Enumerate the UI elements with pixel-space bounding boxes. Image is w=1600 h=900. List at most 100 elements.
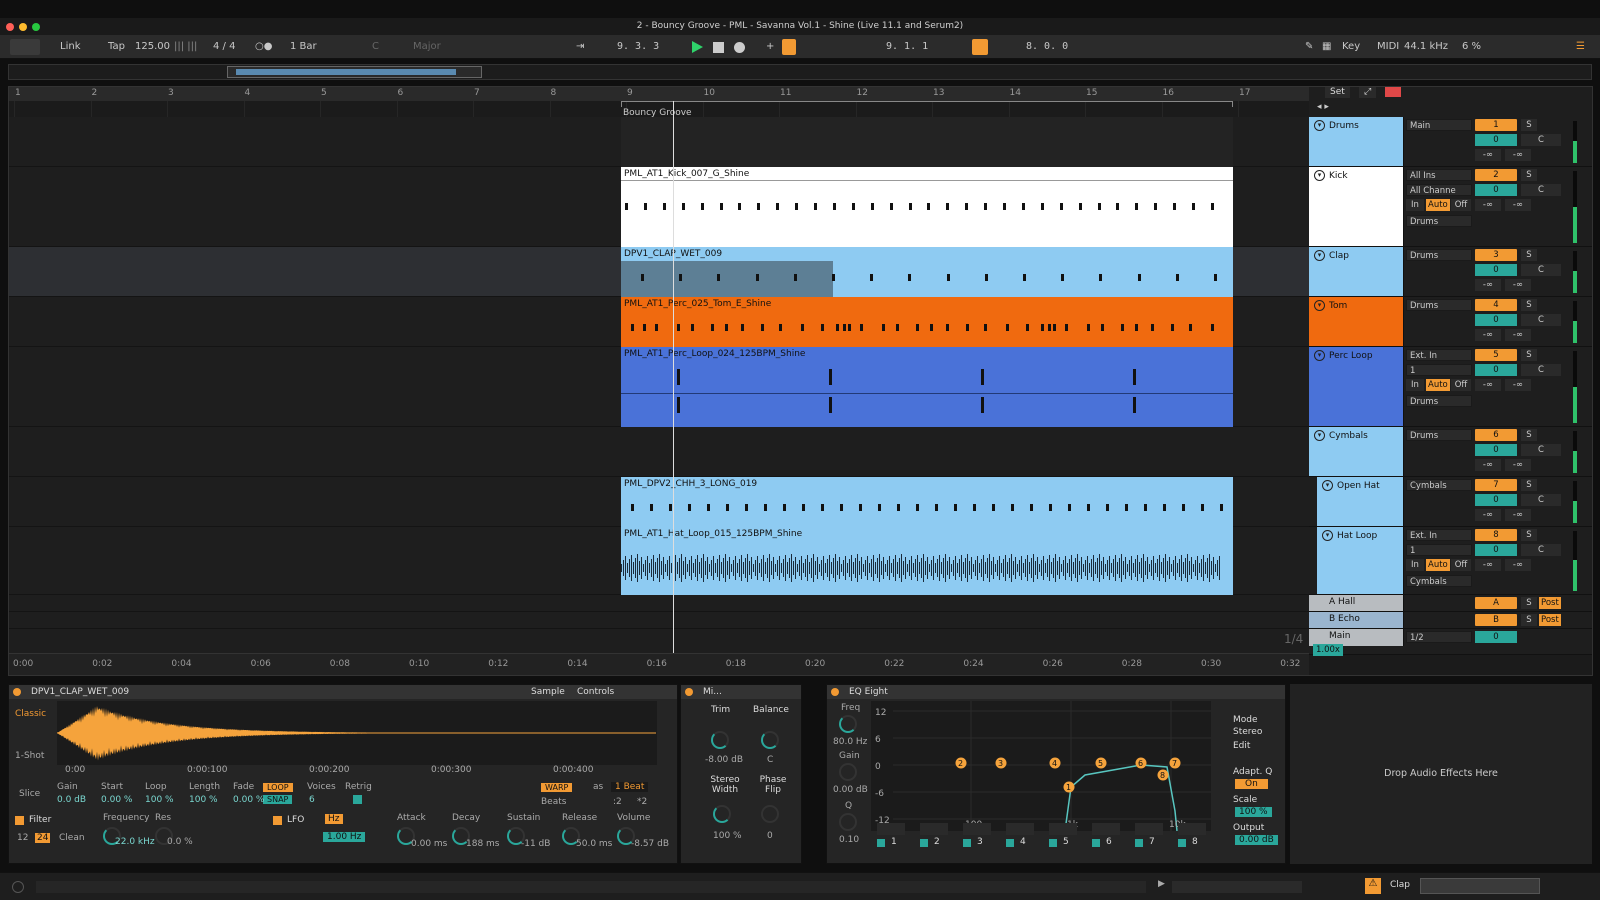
track-number[interactable]: 2 xyxy=(1475,169,1517,181)
param-value[interactable]: 0.00 % xyxy=(233,795,264,805)
solo-button[interactable]: S xyxy=(1521,429,1537,441)
output-routing-dropdown[interactable]: Drums xyxy=(1406,395,1472,407)
input-routing-dropdown[interactable]: Ext. In xyxy=(1406,529,1472,541)
band-shape-dropdown[interactable] xyxy=(920,823,948,835)
eq-mode-dropdown[interactable]: Stereo xyxy=(1233,727,1262,737)
beat-ruler[interactable]: 1 2 3 4 5 6 7 8 9 10 11 12 13 14 15 16 17 xyxy=(9,87,1309,101)
pan-field[interactable]: C xyxy=(1521,444,1561,456)
retrig-toggle[interactable] xyxy=(353,795,362,804)
send-b-field[interactable]: -∞ xyxy=(1505,199,1531,211)
double-length-button[interactable]: *2 xyxy=(637,797,647,807)
track-lane-a-hall[interactable] xyxy=(9,595,1309,612)
solo-button[interactable]: S xyxy=(1521,169,1537,181)
sample-waveform[interactable] xyxy=(57,701,657,765)
cue-out-dropdown[interactable]: 1/2 xyxy=(1406,631,1472,643)
input-routing-dropdown[interactable]: Drums xyxy=(1406,429,1472,441)
audio-clip[interactable]: DPV1_CLAP_WET_009 xyxy=(621,247,1233,297)
band-on-toggle[interactable] xyxy=(1092,839,1100,847)
band-on-toggle[interactable] xyxy=(963,839,971,847)
eq-eight-device[interactable]: EQ Eight Freq 80.0 Hz Gain 0.00 dB Q 0.1… xyxy=(826,684,1286,864)
monitor-auto-button[interactable]: Auto xyxy=(1426,199,1450,211)
track-name-panel[interactable]: ▾ Tom xyxy=(1309,297,1404,346)
param-value[interactable]: 100 % xyxy=(189,795,218,805)
track-number[interactable]: 4 xyxy=(1475,299,1517,311)
send-b-field[interactable]: -∞ xyxy=(1505,559,1531,571)
monitor-in-button[interactable]: In xyxy=(1406,559,1424,571)
send-a-field[interactable]: -∞ xyxy=(1475,379,1501,391)
send-a-field[interactable]: -∞ xyxy=(1475,459,1501,471)
output-routing-dropdown[interactable]: Cymbals xyxy=(1406,575,1472,587)
loop-brace[interactable] xyxy=(621,101,1233,107)
tap-tempo-button[interactable]: Tap xyxy=(108,41,125,52)
send-a-field[interactable]: -∞ xyxy=(1475,509,1501,521)
device-on-icon[interactable] xyxy=(13,688,21,696)
eq-freq-knob[interactable] xyxy=(839,715,857,733)
volume-field[interactable]: 0 xyxy=(1475,364,1517,376)
lfo-rate-field[interactable]: 1.00 Hz xyxy=(323,832,366,842)
track-header[interactable]: ▾ Drums Main 1 S 0 C -∞ -∞ xyxy=(1309,117,1592,167)
audio-clip[interactable]: PML_AT1_Hat_Loop_015_125BPM_Shine xyxy=(621,527,1233,595)
audio-clip[interactable]: PML_DPV2_CHH_3_LONG_019 xyxy=(621,477,1233,527)
audio-clip[interactable]: PML_AT1_Kick_007_G_Shine xyxy=(621,167,1233,247)
fold-icon[interactable]: ▾ xyxy=(1314,120,1325,131)
track-lane-b-echo[interactable] xyxy=(9,612,1309,629)
input-routing-dropdown[interactable]: Ext. In xyxy=(1406,349,1472,361)
lfo-hz-button[interactable]: Hz xyxy=(325,814,343,824)
send-b-field[interactable]: -∞ xyxy=(1505,329,1531,341)
overview-viewport[interactable] xyxy=(227,66,482,78)
voices-value[interactable]: 6 xyxy=(309,795,315,805)
loop-length-field[interactable]: 8. 0. 0 xyxy=(1026,41,1068,52)
metronome-icon[interactable]: ○● xyxy=(255,41,272,52)
send-b-field[interactable]: -∞ xyxy=(1505,509,1531,521)
monitor-off-button[interactable]: Off xyxy=(1451,199,1471,211)
filter-12-button[interactable]: 12 xyxy=(17,833,28,843)
send-a-field[interactable]: -∞ xyxy=(1475,279,1501,291)
link-button[interactable]: Link xyxy=(60,41,80,52)
send-a-field[interactable]: -∞ xyxy=(1475,149,1501,161)
pan-field[interactable]: C xyxy=(1521,494,1561,506)
pan-field[interactable]: C xyxy=(1521,184,1561,196)
warp-toggle[interactable]: WARP xyxy=(541,783,573,792)
nav-arrows-icon[interactable]: ◂ ▸ xyxy=(1317,102,1329,112)
volume-field[interactable]: 0 xyxy=(1475,314,1517,326)
warning-icon[interactable]: ⚠ xyxy=(1365,878,1381,894)
half-length-button[interactable]: :2 xyxy=(613,797,622,807)
track-lane-main[interactable] xyxy=(9,629,1309,655)
loop-start-field[interactable]: 9. 1. 1 xyxy=(886,41,928,52)
warp-mode-dropdown[interactable]: Beats xyxy=(541,797,566,807)
overdub-icon[interactable]: + xyxy=(766,41,774,52)
track-number[interactable]: 8 xyxy=(1475,529,1517,541)
return-letter[interactable]: B xyxy=(1475,614,1517,626)
send-b-field[interactable]: -∞ xyxy=(1505,379,1531,391)
arrangement-view[interactable]: 1 2 3 4 5 6 7 8 9 10 11 12 13 14 15 16 17 Bouncy Groove … xyxy=(8,86,1593,676)
status-play-icon[interactable]: ▶ xyxy=(1158,879,1165,889)
keyboard-icon[interactable]: ▦ xyxy=(1322,41,1331,52)
solo-button[interactable]: S xyxy=(1521,479,1537,491)
track-name-panel[interactable]: ▾ Cymbals xyxy=(1309,427,1404,476)
track-name-panel[interactable]: A Hall xyxy=(1309,595,1404,611)
band-shape-dropdown[interactable] xyxy=(1049,823,1077,835)
time-signature-field[interactable]: 4 / 4 xyxy=(213,41,235,52)
filter-circuit-dropdown[interactable]: Clean xyxy=(59,833,85,843)
eq-display[interactable]: 1260-6-121001k10k23456718 xyxy=(871,701,1211,831)
record-icon[interactable] xyxy=(734,42,745,53)
audio-clip[interactable]: PML_AT1_Perc_025_Tom_E_Shine xyxy=(621,297,1233,347)
monitor-off-button[interactable]: Off xyxy=(1451,379,1471,391)
draw-mode-icon[interactable]: ✎ xyxy=(1305,41,1313,52)
effects-drop-zone[interactable]: Drop Audio Effects Here xyxy=(1290,684,1592,864)
band-shape-dropdown[interactable] xyxy=(1092,823,1120,835)
band-on-toggle[interactable] xyxy=(920,839,928,847)
phase-knob[interactable] xyxy=(761,805,779,823)
filter-on-icon[interactable] xyxy=(15,816,24,825)
track-number[interactable]: 3 xyxy=(1475,249,1517,261)
classic-mode-button[interactable]: Classic xyxy=(15,709,46,719)
track-name-panel[interactable]: ▾ Drums xyxy=(1309,117,1404,166)
volume-field[interactable]: 0 xyxy=(1475,264,1517,276)
monitor-auto-button[interactable]: Auto xyxy=(1426,379,1450,391)
main-track-header[interactable]: Main 1/2 0 1.00x xyxy=(1309,629,1592,656)
oneshot-mode-button[interactable]: 1-Shot xyxy=(15,751,44,761)
pan-field[interactable]: C xyxy=(1521,134,1561,146)
band-shape-dropdown[interactable] xyxy=(877,823,905,835)
monitor-auto-button[interactable]: Auto xyxy=(1426,559,1450,571)
volume-field[interactable]: 0 xyxy=(1475,444,1517,456)
